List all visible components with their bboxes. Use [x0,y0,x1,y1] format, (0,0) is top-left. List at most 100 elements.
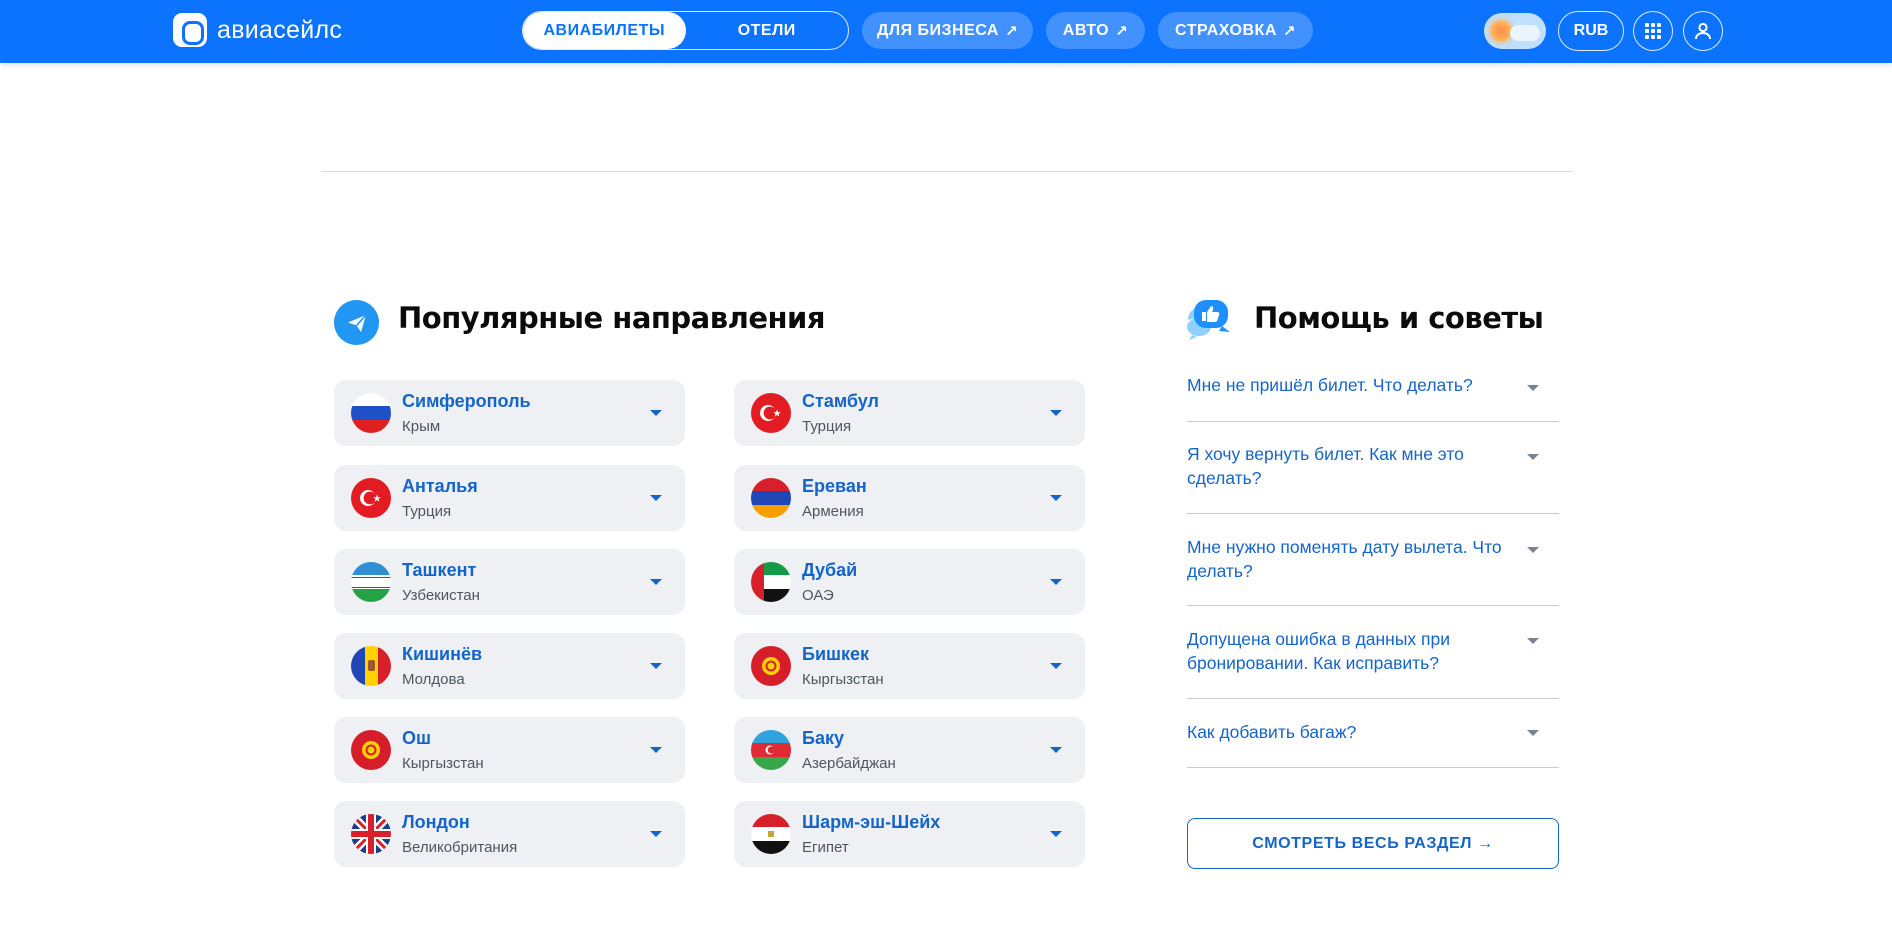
chevron-down-icon [650,495,662,501]
faq-item-add-baggage[interactable]: Как добавить багаж? [1187,699,1559,768]
destination-country: Кыргызстан [402,755,484,772]
destination-card-london[interactable]: Лондон Великобритания [334,801,685,867]
destination-city: Лондон [402,812,470,832]
destination-country: Молдова [402,671,465,688]
chevron-down-icon [650,747,662,753]
paper-plane-icon [334,300,379,345]
faq-question: Я хочу вернуть билет. Как мне это сделат… [1187,444,1464,488]
destination-country: Кыргызстан [802,671,884,688]
business-link[interactable]: ДЛЯ БИЗНЕСА ↗ [862,12,1033,49]
destination-city: Ереван [802,476,867,496]
flag-kyrgyzstan-icon [751,646,791,686]
destination-city: Ташкент [402,560,477,580]
currency-button[interactable]: RUB [1558,11,1624,51]
destination-country: Крым [402,418,441,435]
destination-card-osh[interactable]: Ош Кыргызстан [334,717,685,783]
destination-city: Ош [402,728,432,748]
faq-question: Мне нужно поменять дату вылета. Что дела… [1187,537,1502,581]
logo-text: авиасейлс [217,15,343,44]
help-section-title: Помощь и советы [1254,301,1544,335]
thumbs-up-chat-icon [1186,298,1234,342]
chevron-down-icon [1527,547,1539,553]
faq-question: Мне не пришёл билет. Что делать? [1187,375,1473,395]
chevron-down-icon [1050,410,1062,416]
chevron-down-icon [650,579,662,585]
flag-armenia-icon [751,478,791,518]
business-link-label: ДЛЯ БИЗНЕСА [876,21,999,39]
destination-country: ОАЭ [802,587,834,604]
destination-city: Бишкек [802,644,870,664]
view-all-help-button[interactable]: СМОТРЕТЬ ВЕСЬ РАЗДЕЛ → [1187,818,1559,869]
faq-item-refund-ticket[interactable]: Я хочу вернуть билет. Как мне это сделат… [1187,422,1559,514]
destination-card-bishkek[interactable]: Бишкек Кыргызстан [734,633,1085,699]
destination-card-sharm-el-sheikh[interactable]: Шарм-эш-Шейх Египет [734,801,1085,867]
auto-link-label: АВТО [1062,21,1110,39]
destination-country: Турция [802,418,852,435]
chevron-down-icon [1050,495,1062,501]
chevron-down-icon [1050,831,1062,837]
faq-question: Как добавить багаж? [1187,722,1357,742]
cloud-icon [1510,25,1540,41]
theme-toggle[interactable] [1484,13,1546,49]
chevron-down-icon [1050,747,1062,753]
sun-icon [1490,20,1512,42]
destination-card-dubai[interactable]: Дубай ОАЭ [734,549,1085,615]
chevron-down-icon [650,663,662,669]
faq-question: Допущена ошибка в данных при бронировани… [1187,629,1451,673]
logo-mark-icon [173,13,207,47]
chevron-down-icon [650,831,662,837]
profile-button[interactable] [1683,11,1723,51]
destination-city: Стамбул [802,391,879,411]
flag-uk-icon [351,814,391,854]
insurance-link[interactable]: СТРАХОВКА ↗ [1158,12,1313,49]
destination-city: Баку [802,728,844,748]
destination-country: Великобритания [402,839,518,856]
destination-city: Симферополь [402,391,531,411]
apps-grid-button[interactable] [1633,11,1673,51]
destination-card-chisinau[interactable]: Кишинёв Молдова [334,633,685,699]
external-arrow-icon: ↗ [1115,22,1129,40]
faq-item-booking-error[interactable]: Допущена ошибка в данных при бронировани… [1187,606,1559,699]
chevron-down-icon [1527,454,1539,460]
destination-card-yerevan[interactable]: Ереван Армения [734,465,1085,531]
flag-uae-icon [751,562,791,602]
chevron-down-icon [1050,579,1062,585]
destination-country: Египет [802,839,849,856]
chevron-down-icon [1527,385,1539,391]
destination-card-baku[interactable]: Баку Азербайджан [734,717,1085,783]
destination-city: Анталья [402,476,478,496]
external-arrow-icon: ↗ [1282,22,1296,40]
destination-city: Дубай [802,560,858,580]
destination-card-istanbul[interactable]: Стамбул Турция [734,380,1085,446]
destination-city: Кишинёв [402,644,483,664]
destination-city: Шарм-эш-Шейх [802,812,941,832]
tab-hotels[interactable]: ОТЕЛИ [686,12,849,49]
apps-grid-icon [1645,23,1661,39]
flag-russia-icon [351,393,391,433]
external-arrow-icon: ↗ [1004,22,1019,40]
flag-turkey-icon [751,393,791,433]
auto-link[interactable]: АВТО ↗ [1046,12,1145,49]
aviasales-logo[interactable]: авиасейлс [173,13,342,47]
top-header: авиасейлс АВИАБИЛЕТЫ ОТЕЛИ ДЛЯ БИЗНЕСА ↗… [0,0,1892,63]
destination-card-simferopol[interactable]: Симферополь Крым [334,380,685,446]
chevron-down-icon [1050,663,1062,669]
chevron-down-icon [1527,730,1539,736]
tab-flights[interactable]: АВИАБИЛЕТЫ [523,12,686,49]
destination-card-antalya[interactable]: Анталья Турция [334,465,685,531]
user-icon [1695,22,1711,40]
flag-uzbekistan-icon [351,562,391,602]
insurance-link-label: СТРАХОВКА [1175,21,1277,39]
destination-country: Азербайджан [802,755,896,772]
destination-card-tashkent[interactable]: Ташкент Узбекистан [334,549,685,615]
destination-country: Армения [802,503,864,520]
faq-item-change-date[interactable]: Мне нужно поменять дату вылета. Что дела… [1187,514,1559,606]
destination-country: Турция [402,503,452,520]
popular-destinations-title: Популярные направления [398,301,826,335]
destination-country: Узбекистан [402,587,480,604]
flag-egypt-icon [751,814,791,854]
flag-turkey-icon [351,478,391,518]
product-switcher: АВИАБИЛЕТЫ ОТЕЛИ [522,11,849,50]
chevron-down-icon [650,410,662,416]
faq-item-ticket-not-received[interactable]: Мне не пришёл билет. Что делать? [1187,365,1559,422]
